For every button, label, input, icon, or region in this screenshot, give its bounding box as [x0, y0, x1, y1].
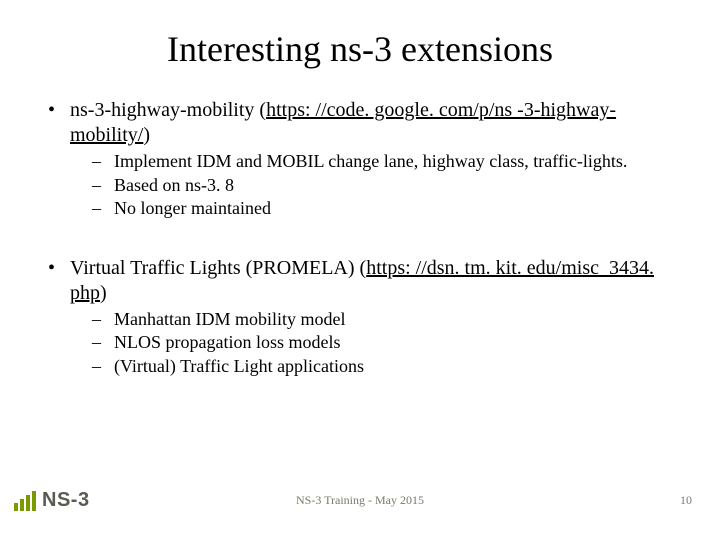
- sub-item-text: No longer maintained: [114, 197, 672, 220]
- dash-icon: –: [92, 174, 114, 197]
- dash-icon: –: [92, 197, 114, 220]
- sub-item: –Manhattan IDM mobility model: [92, 308, 672, 331]
- sub-item: –(Virtual) Traffic Light applications: [92, 355, 672, 378]
- bullet-list: • ns-3-highway-mobility (https: //code. …: [48, 98, 672, 377]
- list-item: • ns-3-highway-mobility (https: //code. …: [48, 98, 672, 220]
- slide-content: • ns-3-highway-mobility (https: //code. …: [48, 98, 672, 377]
- sub-list: –Implement IDM and MOBIL change lane, hi…: [48, 150, 672, 220]
- sub-list: –Manhattan IDM mobility model –NLOS prop…: [48, 308, 672, 378]
- item-tail: ): [100, 282, 107, 304]
- dash-icon: –: [92, 150, 114, 173]
- slide-title: Interesting ns-3 extensions: [48, 28, 672, 70]
- sub-item-text: Based on ns-3. 8: [114, 174, 672, 197]
- item-lead: ns-3-highway-mobility (: [70, 99, 266, 121]
- dash-icon: –: [92, 355, 114, 378]
- slide: Interesting ns-3 extensions • ns-3-highw…: [0, 0, 720, 540]
- footer-center-text: NS-3 Training - May 2015: [0, 493, 720, 508]
- sub-item: –NLOS propagation loss models: [92, 331, 672, 354]
- sub-item: –Based on ns-3. 8: [92, 174, 672, 197]
- bullet-icon: •: [48, 98, 70, 148]
- sub-item-text: NLOS propagation loss models: [114, 331, 672, 354]
- page-number: 10: [680, 493, 692, 508]
- list-item: • Virtual Traffic Lights (PROMELA) (http…: [48, 256, 672, 378]
- item-tail: ): [143, 124, 150, 146]
- sub-item-text: (Virtual) Traffic Light applications: [114, 355, 672, 378]
- bullet-icon: •: [48, 256, 70, 306]
- sub-item: –No longer maintained: [92, 197, 672, 220]
- dash-icon: –: [92, 308, 114, 331]
- sub-item-text: Implement IDM and MOBIL change lane, hig…: [114, 150, 672, 173]
- sub-item-text: Manhattan IDM mobility model: [114, 308, 672, 331]
- dash-icon: –: [92, 331, 114, 354]
- list-item-text: ns-3-highway-mobility (https: //code. go…: [70, 98, 672, 148]
- item-lead: Virtual Traffic Lights (PROMELA) (: [70, 257, 366, 279]
- slide-footer: NS-3 NS-3 Training - May 2015 10: [0, 498, 720, 526]
- list-item-text: Virtual Traffic Lights (PROMELA) (https:…: [70, 256, 672, 306]
- sub-item: –Implement IDM and MOBIL change lane, hi…: [92, 150, 672, 173]
